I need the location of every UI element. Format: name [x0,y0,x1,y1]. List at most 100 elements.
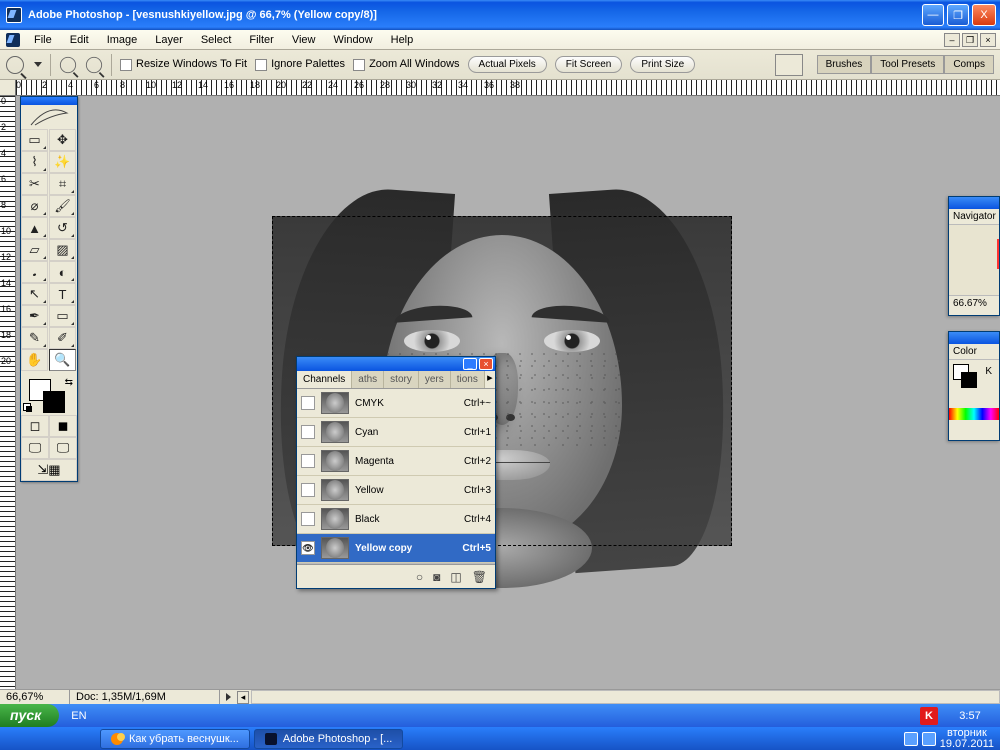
visibility-toggle-icon[interactable] [301,396,315,410]
channel-row[interactable]: Yellow copyCtrl+5 [297,534,495,563]
window-close-button[interactable]: X [972,4,996,26]
tray-icon[interactable] [904,732,918,746]
crop-tool[interactable]: ✂ [21,173,48,195]
channel-row[interactable]: CyanCtrl+1 [297,418,495,447]
standard-mode-button[interactable]: ◻ [21,415,49,437]
panel-close-button[interactable]: × [479,358,493,370]
pen-tool[interactable]: ✒ [21,305,48,327]
eyedropper-tool[interactable]: ✐ [49,327,76,349]
screen-mode-standard[interactable]: 🖵 [21,437,49,459]
tab-history[interactable]: story [384,371,419,388]
color-tab[interactable]: Color [949,344,999,360]
dock-tab-presets[interactable]: Tool Presets [871,55,944,74]
history-brush-tool[interactable]: ↺ [49,217,76,239]
blur-tool[interactable]: 𝅘 [21,261,48,283]
panel-minimize-button[interactable]: _ [463,358,477,370]
path-selection-tool[interactable]: ↖ [21,283,48,305]
status-doc-size[interactable]: Doc: 1,35M/1,69M [70,690,220,704]
mdi-minimize-button[interactable]: – [944,33,960,47]
visibility-toggle-icon[interactable] [301,512,315,526]
status-zoom-field[interactable]: 66,67% [0,690,70,704]
swap-colors-icon[interactable]: ⇆ [65,377,73,388]
tools-palette-grip[interactable] [21,97,77,105]
ruler-horizontal[interactable]: 02468101214161820222426283032343638 [0,80,1000,96]
dodge-tool[interactable]: ◐ [49,261,76,283]
save-selection-icon[interactable]: ◙ [433,570,440,584]
menu-window[interactable]: Window [326,32,381,48]
color-swatch-pair[interactable] [953,364,977,388]
taskbar-task-photoshop[interactable]: Adobe Photoshop - [... [254,729,403,749]
gradient-tool[interactable]: ▨ [49,239,76,261]
magic-wand-tool[interactable]: ✨ [49,151,76,173]
default-colors-icon[interactable] [23,403,33,413]
zoom-tool[interactable]: 🔍 [49,349,76,371]
notes-tool[interactable]: ✎ [21,327,48,349]
channel-thumbnail[interactable] [321,421,349,443]
taskbar-task-firefox[interactable]: Как убрать веснушк... [100,729,250,749]
clock-time[interactable]: 3:57 [940,710,1000,722]
tab-paths[interactable]: aths [352,371,384,388]
mdi-close-button[interactable]: × [980,33,996,47]
channel-row[interactable]: YellowCtrl+3 [297,476,495,505]
load-selection-icon[interactable]: ○ [416,570,423,584]
brush-tool[interactable]: 🖌 [49,195,76,217]
navigator-zoom-value[interactable]: 66.67% [949,295,999,311]
window-minimize-button[interactable]: — [922,4,944,26]
ruler-origin-icon[interactable] [0,80,16,96]
channel-thumbnail[interactable] [321,537,349,559]
type-tool[interactable]: T [49,283,76,305]
navigator-tab[interactable]: Navigator [949,209,999,225]
channel-row[interactable]: MagentaCtrl+2 [297,447,495,476]
panel-flyout-menu-icon[interactable]: ▸ [485,371,495,388]
navigator-grip[interactable] [949,197,999,209]
visibility-toggle-icon[interactable] [301,541,315,555]
screen-mode-full-menubar[interactable]: 🖵 [49,437,77,459]
menu-filter[interactable]: Filter [241,32,281,48]
status-menu-icon[interactable] [226,693,231,701]
visibility-toggle-icon[interactable] [301,454,315,468]
menu-help[interactable]: Help [383,32,422,48]
panel-titlebar[interactable]: _ × [297,357,495,371]
print-size-button[interactable]: Print Size [630,56,695,73]
menu-file[interactable]: File [26,32,60,48]
fit-screen-button[interactable]: Fit Screen [555,56,623,73]
channel-thumbnail[interactable] [321,450,349,472]
navigator-proxy[interactable] [949,225,999,295]
tool-preset-picker-icon[interactable] [34,62,42,67]
channel-row[interactable]: CMYKCtrl+~ [297,389,495,418]
channel-thumbnail[interactable] [321,508,349,530]
horizontal-scrollbar[interactable] [251,690,1000,704]
channel-row[interactable]: BlackCtrl+4 [297,505,495,534]
color-grip[interactable] [949,332,999,344]
new-channel-icon[interactable]: ◫ [450,570,461,584]
tray-icon[interactable] [922,732,936,746]
ignore-palettes-checkbox[interactable]: Ignore Palettes [255,58,345,70]
clock-date[interactable]: вторник 19.07.2011 [940,728,994,750]
tab-channels[interactable]: Channels [297,371,352,388]
slice-tool[interactable]: ⌗ [49,173,76,195]
clone-stamp-tool[interactable]: ▲ [21,217,48,239]
visibility-toggle-icon[interactable] [301,425,315,439]
delete-channel-icon[interactable]: 🗑 [472,570,487,584]
mdi-restore-button[interactable]: ❐ [962,33,978,47]
channel-thumbnail[interactable] [321,479,349,501]
menu-layer[interactable]: Layer [147,32,191,48]
window-maximize-button[interactable]: ❐ [947,4,969,26]
visibility-toggle-icon[interactable] [301,483,315,497]
healing-brush-tool[interactable]: ⌀ [21,195,48,217]
color-ramp[interactable] [949,408,999,420]
lasso-tool[interactable]: ⌇ [21,151,48,173]
background-color-swatch[interactable] [43,391,65,413]
jump-to-imageready-button[interactable]: ⇲▦ [21,459,77,481]
tray-kaspersky-icon[interactable]: K [920,707,938,725]
menu-image[interactable]: Image [99,32,146,48]
menu-edit[interactable]: Edit [62,32,97,48]
resize-windows-checkbox[interactable]: Resize Windows To Fit [120,58,247,70]
zoom-all-windows-checkbox[interactable]: Zoom All Windows [353,58,459,70]
dock-tab-comps[interactable]: Comps [944,55,994,74]
tab-layers[interactable]: yers [419,371,451,388]
actual-pixels-button[interactable]: Actual Pixels [468,56,547,73]
menu-select[interactable]: Select [193,32,240,48]
palette-well-icon[interactable] [775,54,803,76]
menu-view[interactable]: View [284,32,324,48]
